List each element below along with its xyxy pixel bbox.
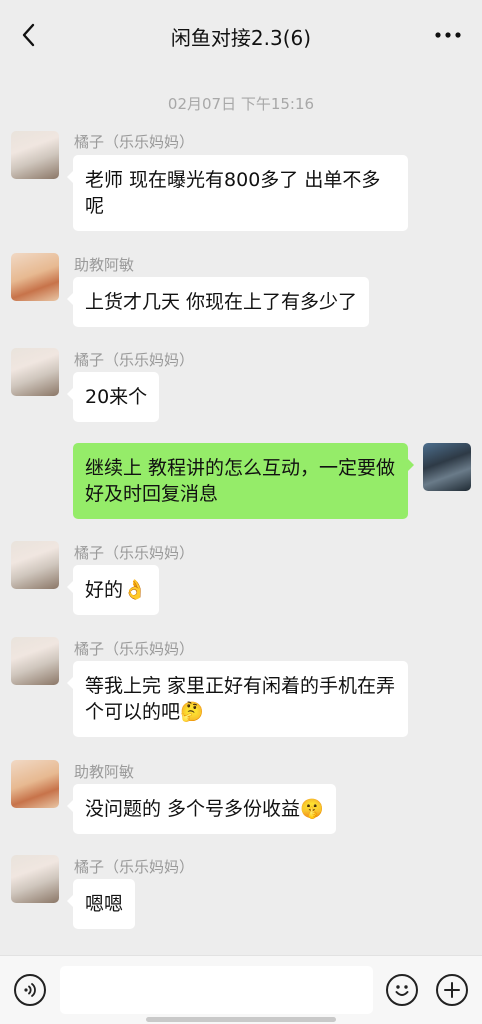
message-bubble[interactable]: 嗯嗯 xyxy=(66,879,136,929)
chat-screen: 闲鱼对接2.3(6) 02月07日 下午15:16 橘子（乐乐妈妈） 老师 现在… xyxy=(0,0,482,1024)
chevron-left-icon xyxy=(22,23,35,47)
emoji-icon xyxy=(395,985,409,996)
input-bar xyxy=(0,955,482,1024)
avatar[interactable] xyxy=(11,253,59,301)
voice-icon xyxy=(24,983,36,997)
message-bubble-self[interactable]: 继续上 教程讲的怎么互动，一定要做好及时回复消息 xyxy=(73,443,414,519)
sender-name: 橘子（乐乐妈妈） xyxy=(74,640,195,658)
sender-name: 助教阿敏 xyxy=(74,256,135,274)
plus-icon xyxy=(444,982,460,998)
message-bubble[interactable]: 老师 现在曝光有800多了 出单不多呢 xyxy=(67,155,408,231)
avatar-self[interactable] xyxy=(423,443,471,491)
sender-name: 橘子（乐乐妈妈） xyxy=(74,858,195,876)
chat-title: 闲鱼对接2.3(6) xyxy=(170,26,312,50)
avatar[interactable] xyxy=(11,541,59,589)
message-bubble[interactable]: 没问题的 多个号多份收益🤫 xyxy=(67,784,336,834)
plus-button[interactable] xyxy=(436,974,468,1006)
avatar[interactable] xyxy=(11,131,59,179)
sender-name: 助教阿敏 xyxy=(74,763,135,781)
back-button[interactable] xyxy=(14,20,44,50)
avatar[interactable] xyxy=(11,855,59,903)
sender-name: 橘子（乐乐妈妈） xyxy=(74,351,195,369)
message-bubble[interactable]: 上货才几天 你现在上了有多少了 xyxy=(66,277,370,327)
more-button[interactable] xyxy=(432,22,464,48)
more-horizontal-icon xyxy=(435,32,461,38)
home-indicator xyxy=(146,1017,336,1022)
header-bar: 闲鱼对接2.3(6) xyxy=(0,0,482,70)
avatar[interactable] xyxy=(11,637,59,685)
avatar[interactable] xyxy=(11,760,59,808)
message-input[interactable] xyxy=(60,966,373,1014)
message-bubble[interactable]: 好的👌 xyxy=(67,565,159,615)
voice-button[interactable] xyxy=(14,974,46,1006)
avatar[interactable] xyxy=(11,348,59,396)
message-bubble[interactable]: 等我上完 家里正好有闲着的手机在弄个可以的吧🤔 xyxy=(67,661,408,737)
sender-name: 橘子（乐乐妈妈） xyxy=(74,544,195,562)
emoji-button[interactable] xyxy=(386,974,418,1006)
message-bubble[interactable]: 20来个 xyxy=(66,372,160,422)
sender-name: 橘子（乐乐妈妈） xyxy=(74,133,195,151)
message-timestamp: 02月07日 下午15:16 xyxy=(167,95,315,113)
